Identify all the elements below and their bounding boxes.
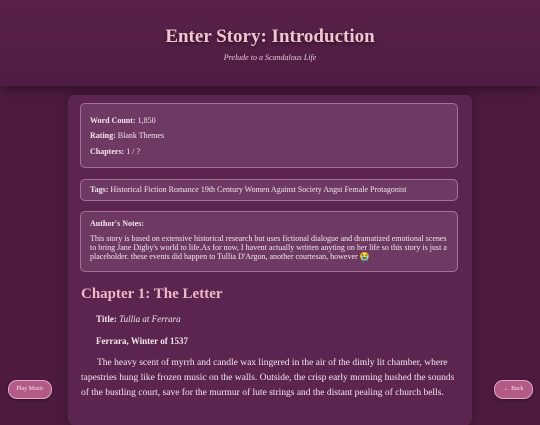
word-count-label: Word Count: (90, 116, 136, 125)
chapters-label: Chapters: (90, 147, 125, 156)
rating-value: Blank Themes (117, 131, 165, 140)
back-button[interactable]: ← Back (494, 380, 533, 399)
word-count-value: 1,850 (137, 116, 156, 125)
word-count-row: Word Count: 1,850 (90, 116, 156, 125)
page-title: Enter Story: Introduction (165, 26, 375, 47)
chapters-value: 1 / ? (126, 147, 140, 156)
page-header: Enter Story: Introduction Prelude to a S… (0, 0, 540, 86)
story-info-box: Word Count: 1,850 Rating: Blank Themes C… (80, 103, 458, 168)
chapter-place-line: Ferrara, Winter of 1537 (96, 336, 188, 346)
chapters-row: Chapters: 1 / ? (90, 147, 140, 156)
play-music-button[interactable]: Play Music (8, 380, 52, 399)
author-notes-box: Author's Notes: This story is based on e… (80, 211, 458, 272)
page-subtitle: Prelude to a Scandalous Life (223, 53, 317, 62)
chapter-title-line: Title: Tullia at Ferrara (96, 314, 181, 324)
rating-label: Rating: (90, 131, 116, 140)
tags-label: Tags: (90, 185, 109, 194)
rating-row: Rating: Blank Themes (90, 131, 164, 140)
author-notes-label: Author's Notes: (90, 219, 144, 228)
tags-box: Tags: Historical Fiction Romance 19th Ce… (80, 179, 458, 201)
tags-value: Historical Fiction Romance 19th Century … (110, 185, 407, 194)
chapter-heading: Chapter 1: The Letter (81, 286, 223, 302)
chapter-title-label: Title: (96, 314, 117, 324)
author-notes-text: This story is based on extensive histori… (90, 234, 447, 261)
tags-row: Tags: Historical Fiction Romance 19th Ce… (90, 185, 406, 194)
chapter-title-value: Tullia at Ferrara (119, 314, 181, 324)
chapter-paragraph: The heavy scent of myrrh and candle wax … (81, 358, 455, 398)
